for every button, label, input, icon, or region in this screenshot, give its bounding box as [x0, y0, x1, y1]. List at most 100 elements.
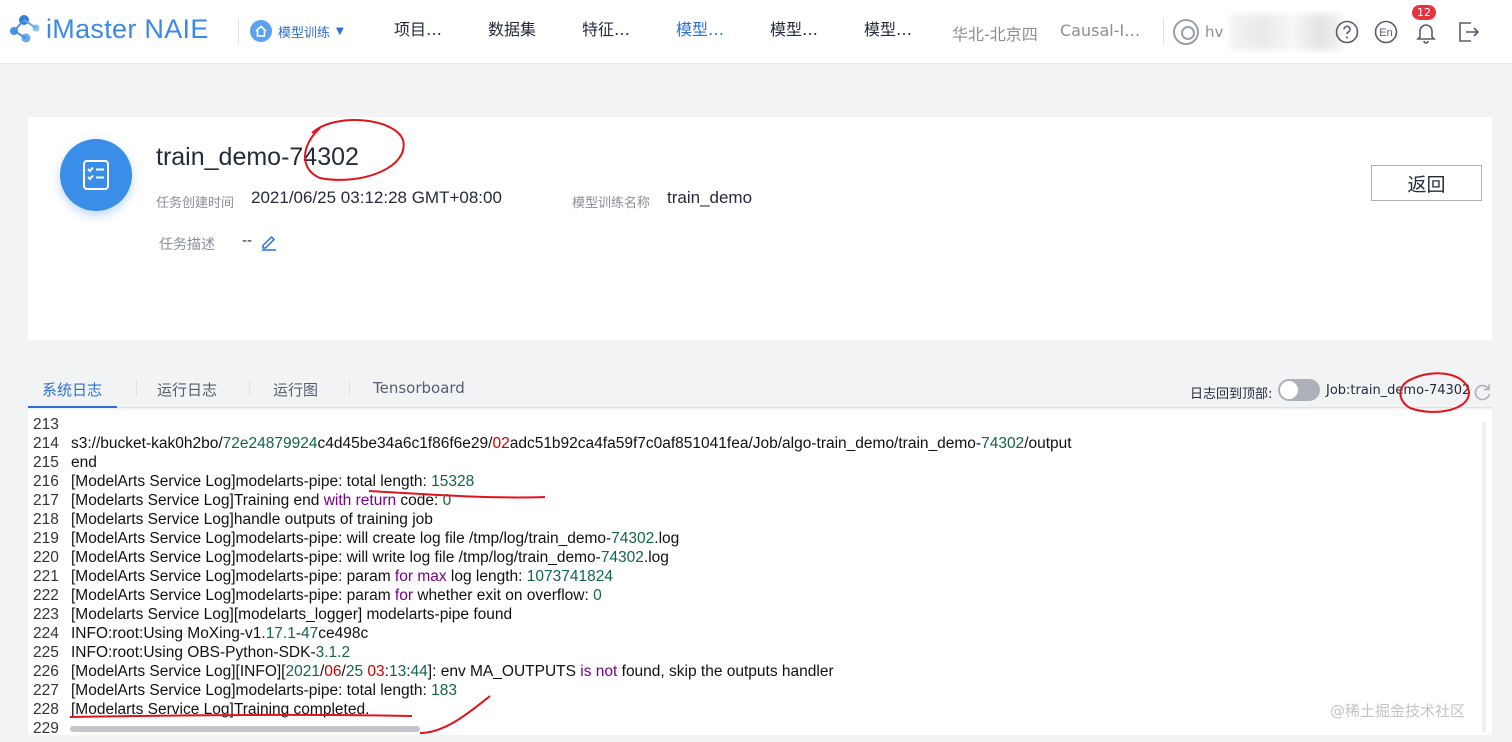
divider — [349, 380, 350, 396]
log-segment: 25 — [345, 663, 364, 680]
log-segment: 72e24879924 — [222, 435, 318, 452]
logout-icon[interactable] — [1456, 19, 1482, 45]
log-segment: [Modelarts Service Log]Training complete… — [71, 701, 370, 718]
scroll-to-top-toggle[interactable] — [1278, 379, 1320, 401]
log-segment: 17.1 — [265, 625, 296, 642]
model-name-value: train_demo — [667, 188, 753, 207]
horizontal-scrollbar[interactable] — [70, 726, 420, 732]
avatar[interactable] — [1173, 19, 1199, 45]
refresh-icon[interactable] — [1471, 381, 1493, 403]
log-segment: [Modelarts Service Log][modelarts_logger… — [71, 606, 513, 623]
divider — [136, 380, 137, 396]
log-segment: [ModelArts Service Log]modelarts-pipe: p… — [71, 587, 395, 604]
tab-tensorboard[interactable]: Tensorboard — [373, 379, 465, 397]
log-segment: [ModelArts Service Log]modelarts-pipe: t… — [71, 682, 432, 699]
nav-item-model-training[interactable]: 模型… — [676, 16, 724, 40]
top-nav: iMaster NAIE 模型训练 ▼ 项目… 数据集 特征… 模型… 模型… … — [0, 0, 1512, 64]
log-segment: s3://bucket-kak0h2bo/ — [71, 435, 223, 452]
log-segment: 02 — [492, 435, 510, 452]
log-text: [ModelArts Service Log]modelarts-pipe: w… — [71, 529, 679, 548]
log-viewer[interactable]: 213 214 s3://bucket-kak0h2bo/72e24879924c4… — [28, 410, 1492, 735]
vertical-scrollbar[interactable] — [1482, 422, 1486, 732]
log-segment: return — [355, 492, 397, 509]
module-switcher[interactable]: 模型训练 ▼ — [250, 18, 344, 44]
log-segment: whether exit on overflow: — [413, 587, 594, 604]
project-selector[interactable]: Causal-I… — [1060, 21, 1140, 40]
brand-name[interactable]: iMaster NAIE — [46, 14, 209, 45]
log-segment: end — [71, 454, 97, 471]
watermark: @稀土掘金技术社区 — [1330, 702, 1466, 720]
log-text: [ModelArts Service Log]modelarts-pipe: t… — [71, 472, 474, 491]
line-number: 225 — [33, 644, 59, 661]
line-number: 222 — [33, 587, 59, 604]
log-text: s3://bucket-kak0h2bo/72e24879924c4d45be3… — [71, 434, 1072, 453]
log-segment: 2021 — [285, 663, 320, 680]
line-number: 224 — [33, 625, 59, 642]
nav-item-model-3[interactable]: 模型… — [864, 16, 912, 40]
svg-text:En: En — [1379, 27, 1392, 39]
log-segment: INFO:root:Using OBS-Python-SDK- — [71, 644, 316, 661]
log-text: [ModelArts Service Log][INFO][2021/06/25… — [71, 662, 834, 681]
log-segment: for — [394, 587, 414, 604]
divider — [238, 18, 239, 44]
username[interactable]: hv — [1205, 23, 1223, 41]
log-segment: 1073741824 — [526, 568, 613, 585]
line-number: 219 — [33, 530, 59, 547]
nav-item-feature[interactable]: 特征… — [582, 16, 630, 40]
notification-badge: 12 — [1412, 5, 1436, 20]
module-label: 模型训练 — [278, 25, 331, 41]
nav-item-dataset[interactable]: 数据集 — [488, 16, 536, 40]
log-segment: 74302 — [611, 530, 655, 547]
line-number: 226 — [33, 663, 59, 680]
bell-icon[interactable] — [1413, 19, 1439, 45]
region-selector[interactable]: 华北-北京四 — [952, 21, 1038, 45]
line-number: 214 — [33, 435, 59, 452]
line-number: 220 — [33, 549, 59, 566]
edit-icon[interactable] — [260, 233, 278, 251]
log-text: [Modelarts Service Log]handle outputs of… — [71, 510, 433, 529]
log-segment: [Modelarts Service Log]handle outputs of… — [71, 511, 433, 528]
line-number: 213 — [33, 416, 59, 433]
log-segment: [ModelArts Service Log]modelarts-pipe: p… — [71, 568, 395, 585]
created-time-label: 任务创建时间 — [156, 196, 235, 211]
log-segment: is — [580, 663, 592, 680]
help-icon[interactable] — [1334, 19, 1360, 45]
log-text: [Modelarts Service Log]Training end with… — [71, 491, 451, 510]
log-text: [ModelArts Service Log]modelarts-pipe: w… — [71, 548, 669, 567]
line-number: 215 — [33, 454, 59, 471]
log-segment: max — [417, 568, 447, 585]
line-number: 227 — [33, 682, 59, 699]
log-segment: for — [394, 568, 414, 585]
tab-run-log[interactable]: 运行日志 — [157, 379, 217, 400]
nav-item-project[interactable]: 项目… — [394, 16, 442, 40]
log-text: end — [71, 453, 97, 472]
log-segment: [ModelArts Service Log][INFO][ — [71, 663, 286, 680]
home-icon — [250, 20, 272, 42]
created-time-value: 2021/06/25 03:12:28 GMT+08:00 — [251, 188, 502, 207]
back-button[interactable]: 返回 — [1371, 165, 1482, 201]
log-segment: log length: — [446, 568, 527, 585]
divider — [249, 380, 250, 396]
line-number: 228 — [33, 701, 59, 718]
log-segment: c4d45be34a6c1f86f6e29/ — [317, 435, 493, 452]
tab-run-graph[interactable]: 运行图 — [273, 379, 318, 400]
log-text: INFO:root:Using OBS-Python-SDK-3.1.2 — [71, 643, 350, 662]
model-name-label: 模型训练名称 — [572, 196, 651, 211]
redacted-area — [1230, 14, 1342, 50]
language-icon[interactable]: En — [1373, 19, 1399, 45]
tab-system-log[interactable]: 系统日志 — [42, 379, 102, 400]
scroll-to-top-label: 日志回到顶部: — [1190, 387, 1273, 402]
nav-item-model-2[interactable]: 模型… — [770, 16, 818, 40]
line-number: 216 — [33, 473, 59, 490]
log-segment: .log — [643, 549, 669, 566]
job-title: train_demo-74302 — [156, 143, 359, 171]
description-label: 任务描述 — [159, 237, 215, 253]
log-segment: 0 — [593, 587, 602, 604]
log-segment: 0 — [442, 492, 452, 509]
log-text: [Modelarts Service Log][modelarts_logger… — [71, 605, 512, 624]
log-segment: /output — [1024, 435, 1072, 452]
log-segment: 3.1.2 — [315, 644, 351, 661]
log-segment: 13 — [388, 663, 407, 680]
log-segment: [ModelArts Service Log]modelarts-pipe: w… — [71, 530, 612, 547]
log-segment: [ModelArts Service Log]modelarts-pipe: w… — [71, 549, 601, 566]
